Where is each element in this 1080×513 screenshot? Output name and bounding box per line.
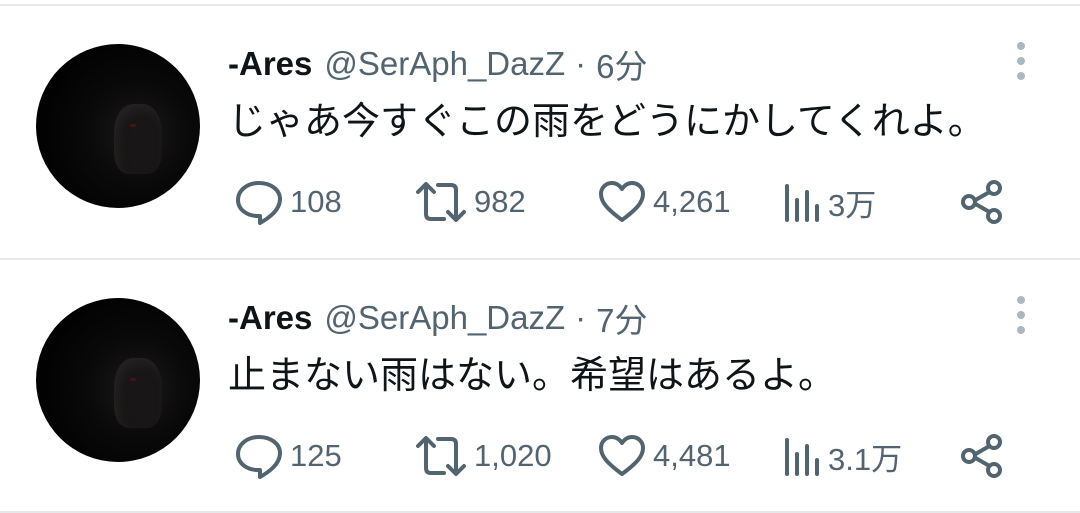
views-button[interactable]: 3.1万 bbox=[782, 430, 902, 482]
header-separator: · bbox=[575, 299, 587, 336]
tweet-time[interactable]: 7分 bbox=[596, 294, 647, 342]
view-count: 3.1万 bbox=[828, 441, 903, 477]
reply-button[interactable]: 108 bbox=[234, 176, 342, 228]
user-handle[interactable]: @SerAph_DazZ bbox=[324, 45, 565, 83]
retweet-count: 1,020 bbox=[474, 438, 552, 473]
more-dot bbox=[1017, 296, 1025, 304]
retweet-icon bbox=[416, 182, 466, 222]
tweet-actions: 125 1,020 4,481 3.1万 bbox=[0, 430, 1080, 482]
reply-icon bbox=[236, 435, 282, 479]
more-dot bbox=[1017, 42, 1025, 50]
reply-count: 125 bbox=[290, 438, 342, 473]
user-handle[interactable]: @SerAph_DazZ bbox=[324, 299, 565, 337]
share-icon bbox=[961, 434, 1002, 478]
like-button[interactable]: 4,481 bbox=[597, 430, 731, 482]
retweet-count: 982 bbox=[474, 184, 526, 219]
more-dot bbox=[1017, 326, 1025, 334]
retweet-button[interactable]: 982 bbox=[414, 176, 526, 228]
avatar-eye bbox=[130, 378, 136, 381]
avatar-figure bbox=[114, 104, 162, 174]
display-name[interactable]: -Ares bbox=[228, 45, 312, 83]
more-dot bbox=[1017, 57, 1025, 65]
share-icon bbox=[961, 180, 1002, 224]
like-button[interactable]: 4,261 bbox=[597, 176, 731, 228]
timeline-feed: -Ares @SerAph_DazZ · 6分 じゃあ今すぐこの雨をどうにかして… bbox=[0, 0, 1080, 513]
avatar-figure bbox=[114, 358, 162, 428]
like-count: 4,481 bbox=[653, 438, 731, 473]
tweet-1[interactable]: -Ares @SerAph_DazZ · 6分 じゃあ今すぐこの雨をどうにかして… bbox=[0, 4, 1080, 254]
views-icon bbox=[785, 438, 819, 476]
more-dot bbox=[1017, 72, 1025, 80]
tweet-text: 止まない雨はない。希望はあるよ。 bbox=[228, 355, 837, 397]
header-separator: · bbox=[575, 45, 587, 82]
reply-count: 108 bbox=[290, 184, 342, 219]
retweet-icon bbox=[416, 436, 466, 476]
tweet-actions: 108 982 4,261 3万 bbox=[0, 176, 1080, 228]
tweet-header: -Ares @SerAph_DazZ · 7分 bbox=[228, 296, 648, 340]
heart-icon bbox=[599, 181, 645, 222]
tweet-text: じゃあ今すぐこの雨をどうにかしてくれよ。 bbox=[228, 101, 986, 143]
tweet-time[interactable]: 6分 bbox=[596, 40, 647, 88]
views-button[interactable]: 3万 bbox=[782, 176, 876, 228]
reply-icon bbox=[236, 181, 282, 225]
retweet-button[interactable]: 1,020 bbox=[414, 430, 552, 482]
more-vertical-icon[interactable] bbox=[1006, 40, 1036, 82]
display-name[interactable]: -Ares bbox=[228, 299, 312, 337]
heart-icon bbox=[599, 435, 645, 476]
reply-button[interactable]: 125 bbox=[234, 430, 342, 482]
like-count: 4,261 bbox=[653, 184, 731, 219]
share-button[interactable] bbox=[958, 176, 1008, 228]
share-button[interactable] bbox=[958, 430, 1008, 482]
avatar-eye bbox=[130, 124, 136, 127]
more-dot bbox=[1017, 311, 1025, 319]
view-count: 3万 bbox=[828, 187, 877, 223]
views-icon bbox=[785, 184, 819, 222]
tweet-header: -Ares @SerAph_DazZ · 6分 bbox=[228, 42, 648, 86]
tweet-2[interactable]: -Ares @SerAph_DazZ · 7分 止まない雨はない。希望はあるよ。… bbox=[0, 258, 1080, 508]
more-vertical-icon[interactable] bbox=[1006, 294, 1036, 336]
